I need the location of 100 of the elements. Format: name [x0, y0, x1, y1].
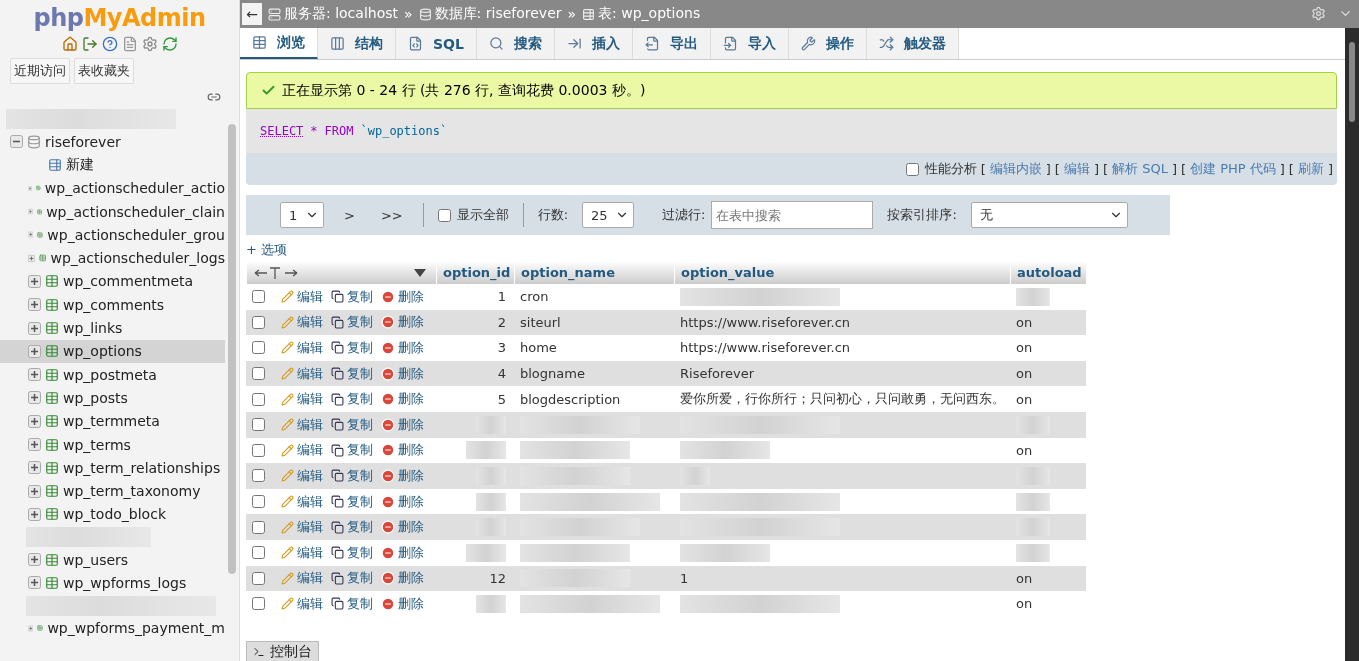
edit-link[interactable]: 编辑	[281, 441, 323, 460]
copy-link[interactable]: 复制	[331, 466, 373, 485]
copy-link[interactable]: 复制	[331, 569, 373, 588]
scrollbar-thumb[interactable]	[228, 124, 236, 574]
rows-select[interactable]: 25	[582, 202, 635, 228]
scrollbar-thumb[interactable]	[1349, 42, 1355, 122]
expand-icon[interactable]	[28, 391, 41, 405]
tab[interactable]: 插入	[554, 28, 633, 59]
copy-link[interactable]: 复制	[331, 287, 373, 306]
tab[interactable]: 搜索	[476, 28, 555, 59]
tab[interactable]: 结构	[318, 28, 396, 59]
sort-select[interactable]: 无	[970, 202, 1128, 228]
delete-link[interactable]: 删除	[381, 364, 424, 383]
tab[interactable]: SQL	[396, 28, 477, 59]
expand-icon[interactable]	[28, 274, 41, 288]
row-checkbox[interactable]	[252, 443, 265, 457]
column-header[interactable]: option_name	[514, 261, 674, 284]
delete-link[interactable]: 删除	[381, 339, 424, 357]
row-checkbox[interactable]	[252, 597, 265, 611]
home-icon[interactable]	[61, 36, 78, 52]
expand-icon[interactable]	[28, 461, 41, 475]
sidebar-button[interactable]: 近期访问	[10, 58, 70, 84]
filter-field[interactable]: 在表中搜索	[711, 201, 874, 229]
row-checkbox[interactable]	[252, 495, 265, 509]
row-checkbox[interactable]	[252, 367, 265, 381]
reload-icon[interactable]	[161, 36, 178, 52]
column-header[interactable]: option_id	[436, 261, 514, 284]
phpmyadmin-logo[interactable]: phpMyAdmin	[33, 4, 206, 32]
document-icon[interactable]	[121, 36, 138, 52]
expand-icon[interactable]	[28, 507, 41, 521]
delete-link[interactable]: 删除	[381, 466, 424, 485]
next-page-button[interactable]: >	[338, 207, 361, 223]
expand-icon[interactable]	[28, 414, 41, 428]
options-link[interactable]: + 选项	[246, 241, 288, 259]
show-all-checkbox[interactable]	[437, 208, 451, 222]
database-name[interactable]: riseforever	[45, 133, 121, 150]
delete-link[interactable]: 删除	[381, 518, 424, 537]
expand-icon[interactable]	[28, 553, 41, 567]
tab[interactable]: 浏览	[240, 28, 318, 59]
row-checkbox[interactable]	[252, 392, 265, 406]
sql-keyword[interactable]: SELECT	[260, 124, 304, 138]
row-checkbox[interactable]	[252, 418, 265, 432]
copy-link[interactable]: 复制	[331, 364, 373, 383]
query-link[interactable]: 编辑内嵌	[989, 160, 1042, 178]
sort-menu-icon[interactable]	[414, 268, 426, 277]
column-resize-icon[interactable]	[253, 265, 299, 280]
row-checkbox[interactable]	[252, 520, 265, 534]
delete-link[interactable]: 删除	[381, 594, 424, 613]
expand-icon[interactable]	[28, 438, 41, 451]
expand-icon[interactable]	[28, 576, 41, 590]
last-page-button[interactable]: >>	[374, 207, 409, 223]
row-checkbox[interactable]	[252, 469, 265, 483]
delete-link[interactable]: 删除	[381, 313, 424, 332]
copy-link[interactable]: 复制	[331, 543, 373, 562]
expand-icon[interactable]	[28, 321, 41, 335]
delete-link[interactable]: 删除	[381, 492, 424, 511]
edit-link[interactable]: 编辑	[281, 339, 323, 357]
copy-link[interactable]: 复制	[331, 339, 373, 357]
edit-link[interactable]: 编辑	[281, 364, 323, 383]
edit-link[interactable]: 编辑	[281, 569, 323, 588]
row-checkbox[interactable]	[252, 546, 265, 560]
breadcrumb-link[interactable]: 表: wp_options	[582, 5, 701, 23]
delete-link[interactable]: 删除	[381, 390, 424, 409]
edit-link[interactable]: 编辑	[281, 543, 323, 562]
expand-icon[interactable]	[28, 298, 41, 312]
copy-link[interactable]: 复制	[331, 415, 373, 434]
query-link[interactable]: 刷新	[1297, 160, 1324, 178]
breadcrumb-link[interactable]: 服务器: localhost	[268, 5, 398, 23]
tree-item[interactable]: wp_options	[0, 339, 225, 363]
delete-link[interactable]: 删除	[381, 569, 424, 588]
copy-link[interactable]: 复制	[331, 390, 373, 409]
link-icon[interactable]	[207, 90, 221, 104]
column-header[interactable]: option_value	[674, 261, 1010, 284]
back-button[interactable]: ←	[242, 3, 262, 25]
row-checkbox[interactable]	[252, 571, 265, 585]
edit-link[interactable]: 编辑	[281, 594, 323, 613]
tab[interactable]: 导出	[632, 28, 711, 59]
edit-link[interactable]: 编辑	[281, 466, 323, 485]
delete-link[interactable]: 删除	[381, 543, 424, 562]
copy-link[interactable]: 复制	[331, 441, 373, 460]
breadcrumb-link[interactable]: 数据库: riseforever	[418, 5, 562, 23]
expand-icon[interactable]	[28, 368, 41, 382]
edit-link[interactable]: 编辑	[281, 287, 323, 306]
copy-link[interactable]: 复制	[331, 594, 373, 613]
edit-link[interactable]: 编辑	[281, 492, 323, 511]
delete-link[interactable]: 删除	[381, 415, 424, 434]
row-checkbox[interactable]	[252, 315, 265, 329]
row-checkbox[interactable]	[252, 290, 265, 304]
delete-link[interactable]: 删除	[381, 287, 424, 306]
tab[interactable]: 操作	[788, 28, 867, 59]
column-header[interactable]: autoload	[1010, 261, 1086, 284]
row-checkbox[interactable]	[252, 341, 265, 355]
sidebar-button[interactable]: 表收藏夹	[74, 58, 134, 84]
console-button[interactable]: 控制台	[246, 641, 319, 661]
query-link[interactable]: 编辑	[1063, 160, 1090, 178]
expand-icon[interactable]	[28, 344, 41, 358]
edit-link[interactable]: 编辑	[281, 313, 323, 332]
help-icon[interactable]	[101, 36, 118, 52]
collapse-icon[interactable]	[10, 135, 23, 149]
edit-link[interactable]: 编辑	[281, 415, 323, 434]
